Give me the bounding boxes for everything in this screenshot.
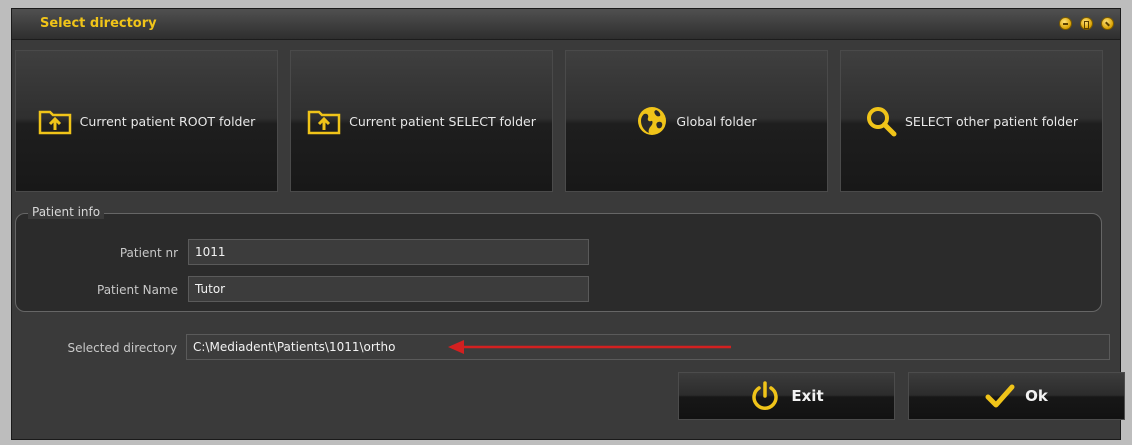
folder-upload-icon	[38, 110, 71, 135]
exit-button[interactable]: Exit	[678, 372, 895, 420]
patient-nr-label: Patient nr	[119, 246, 178, 260]
select-other-patient-folder-button[interactable]: SELECT other patient folder	[840, 50, 1103, 192]
global-folder-button[interactable]: Global folder	[565, 50, 828, 192]
patient-name-field[interactable]: Tutor	[188, 276, 589, 302]
patient-name-label: Patient Name	[97, 283, 178, 297]
power-icon	[752, 381, 779, 410]
close-icon[interactable]	[1101, 17, 1114, 30]
globe-icon	[638, 107, 667, 135]
tile-label: Current patient ROOT folder	[79, 113, 256, 129]
magnifier-icon	[866, 107, 897, 137]
ok-button[interactable]: Ok	[908, 372, 1125, 420]
maximize-icon[interactable]	[1080, 17, 1093, 30]
current-patient-root-folder-button[interactable]: Current patient ROOT folder	[15, 50, 278, 192]
red-arrow-annotation	[448, 340, 731, 354]
exit-label: Exit	[791, 387, 824, 405]
ok-label: Ok	[1025, 387, 1048, 405]
window-controls	[1059, 17, 1114, 30]
title-bar[interactable]: Select directory	[12, 9, 1120, 40]
tile-label: SELECT other patient folder	[904, 113, 1079, 129]
group-title: Patient info	[28, 205, 105, 219]
minimize-icon[interactable]	[1059, 17, 1072, 30]
tile-label: Global folder	[676, 113, 757, 129]
checkmark-icon	[985, 384, 1015, 408]
patient-info-group: Patient info Patient nr 1011 Patient Nam…	[15, 205, 1102, 312]
window-title: Select directory	[40, 16, 157, 31]
folder-upload-icon	[307, 110, 341, 135]
tile-label: Current patient SELECT folder	[349, 113, 536, 129]
patient-nr-field[interactable]: 1011	[188, 239, 589, 265]
selected-directory-label: Selected directory	[67, 341, 177, 355]
folder-choice-tiles: Current patient ROOT folder Current pati…	[15, 50, 1103, 192]
current-patient-select-folder-button[interactable]: Current patient SELECT folder	[290, 50, 553, 192]
